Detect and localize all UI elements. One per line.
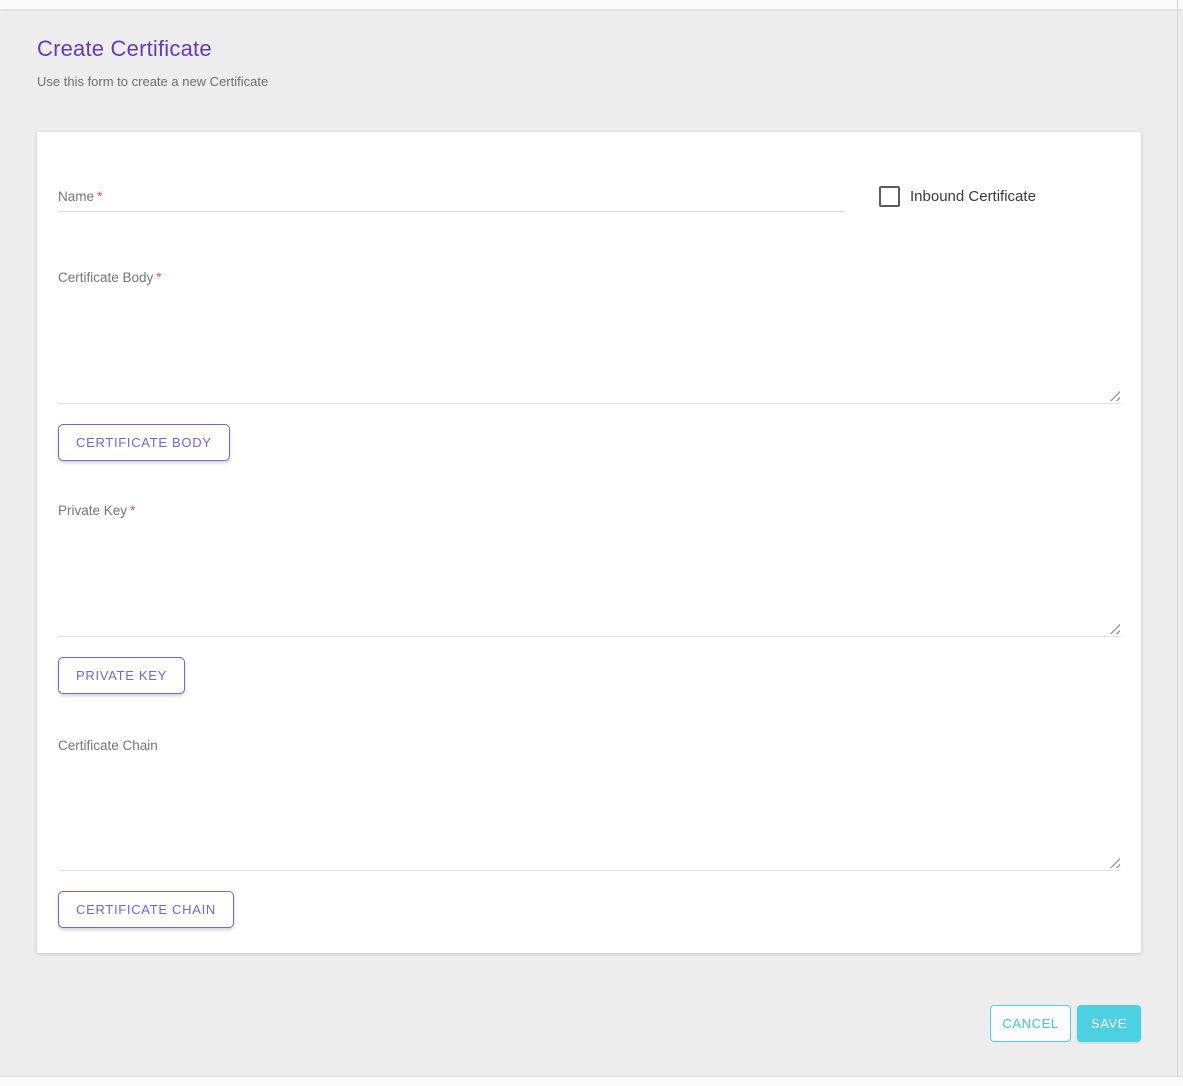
inbound-certificate-label: Inbound Certificate bbox=[910, 188, 1036, 205]
private-key-textarea-wrap bbox=[58, 515, 1121, 637]
certificate-body-textarea[interactable] bbox=[58, 282, 1121, 404]
page-subtitle: Use this form to create a new Certificat… bbox=[37, 74, 268, 89]
private-key-upload-button[interactable]: PRIVATE KEY bbox=[58, 657, 185, 694]
bottom-bar bbox=[0, 1077, 1183, 1086]
certificate-chain-upload-button[interactable]: CERTIFICATE CHAIN bbox=[58, 891, 234, 928]
footer-actions: CANCEL SAVE bbox=[0, 1005, 1141, 1042]
certificate-body-textarea-wrap bbox=[58, 282, 1121, 404]
certificate-chain-textarea-wrap bbox=[58, 749, 1121, 871]
inbound-certificate-checkbox-row[interactable]: Inbound Certificate bbox=[879, 185, 1036, 207]
right-edge-divider bbox=[1177, 0, 1178, 1086]
cancel-button[interactable]: CANCEL bbox=[990, 1005, 1071, 1042]
certificate-chain-textarea[interactable] bbox=[58, 749, 1121, 871]
top-bar bbox=[0, 0, 1183, 9]
name-input[interactable] bbox=[58, 181, 845, 212]
certificate-body-upload-button[interactable]: CERTIFICATE BODY bbox=[58, 424, 230, 461]
create-certificate-form-card: Name* Inbound Certificate Certificate Bo… bbox=[37, 132, 1141, 953]
inbound-certificate-checkbox[interactable] bbox=[879, 186, 900, 207]
save-button[interactable]: SAVE bbox=[1077, 1005, 1141, 1042]
private-key-textarea[interactable] bbox=[58, 515, 1121, 637]
page-title: Create Certificate bbox=[37, 36, 212, 62]
